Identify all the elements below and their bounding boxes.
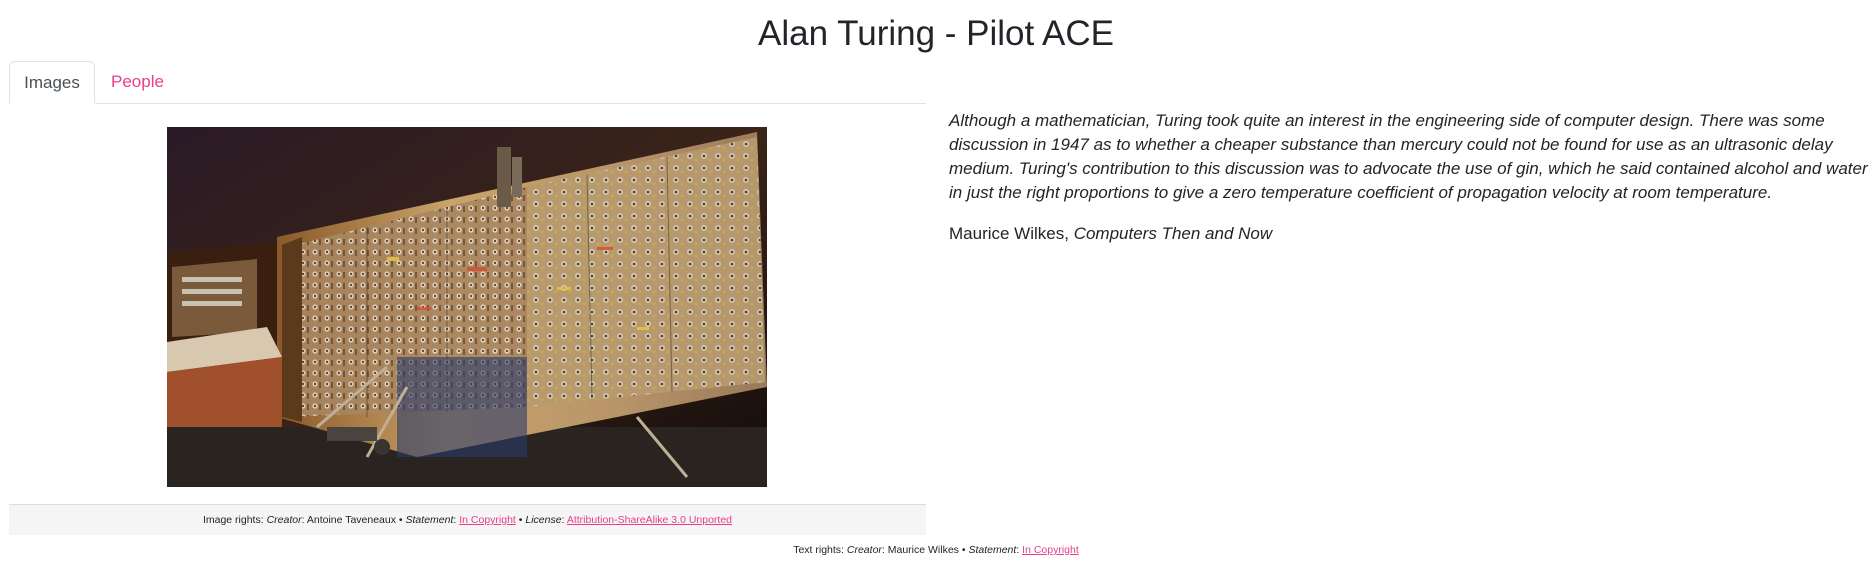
image-rights-caption: Image rights: Creator: Antoine Taveneaux… [9,504,926,535]
text-statement-link[interactable]: In Copyright [1022,544,1079,556]
text-rights-prefix: Text rights: [793,544,847,556]
pilot-ace-image [167,127,767,487]
quote-source: Computers Then and Now [1073,224,1273,243]
text-creator-label: Creator [846,544,882,556]
image-license-label: License [525,514,562,526]
quote-author: Maurice Wilkes, [949,224,1069,243]
page-title: Alan Turing - Pilot ACE [758,14,1114,53]
tab-bar: Images People [9,61,926,104]
tab-images[interactable]: Images [9,61,95,104]
image-statement-link[interactable]: In Copyright [459,514,516,526]
text-creator: Maurice Wilkes [887,544,959,556]
text-rights-caption: Text rights: Creator: Maurice Wilkes • S… [793,544,1079,556]
quote-attribution: Maurice Wilkes, Computers Then and Now [949,222,1849,246]
tab-people[interactable]: People [105,61,170,104]
image-creator-label: Creator [266,514,302,526]
image-statement-label: Statement [405,514,454,526]
image-creator: Antoine Taveneaux [306,514,396,526]
text-statement-label: Statement [968,544,1017,556]
quote-text: Although a mathematician, Turing took qu… [949,111,1868,202]
pilot-ace-photo [167,127,767,487]
image-rights-prefix: Image rights: [202,514,267,526]
image-license-link[interactable]: Attribution-ShareAlike 3.0 Unported [567,514,732,526]
